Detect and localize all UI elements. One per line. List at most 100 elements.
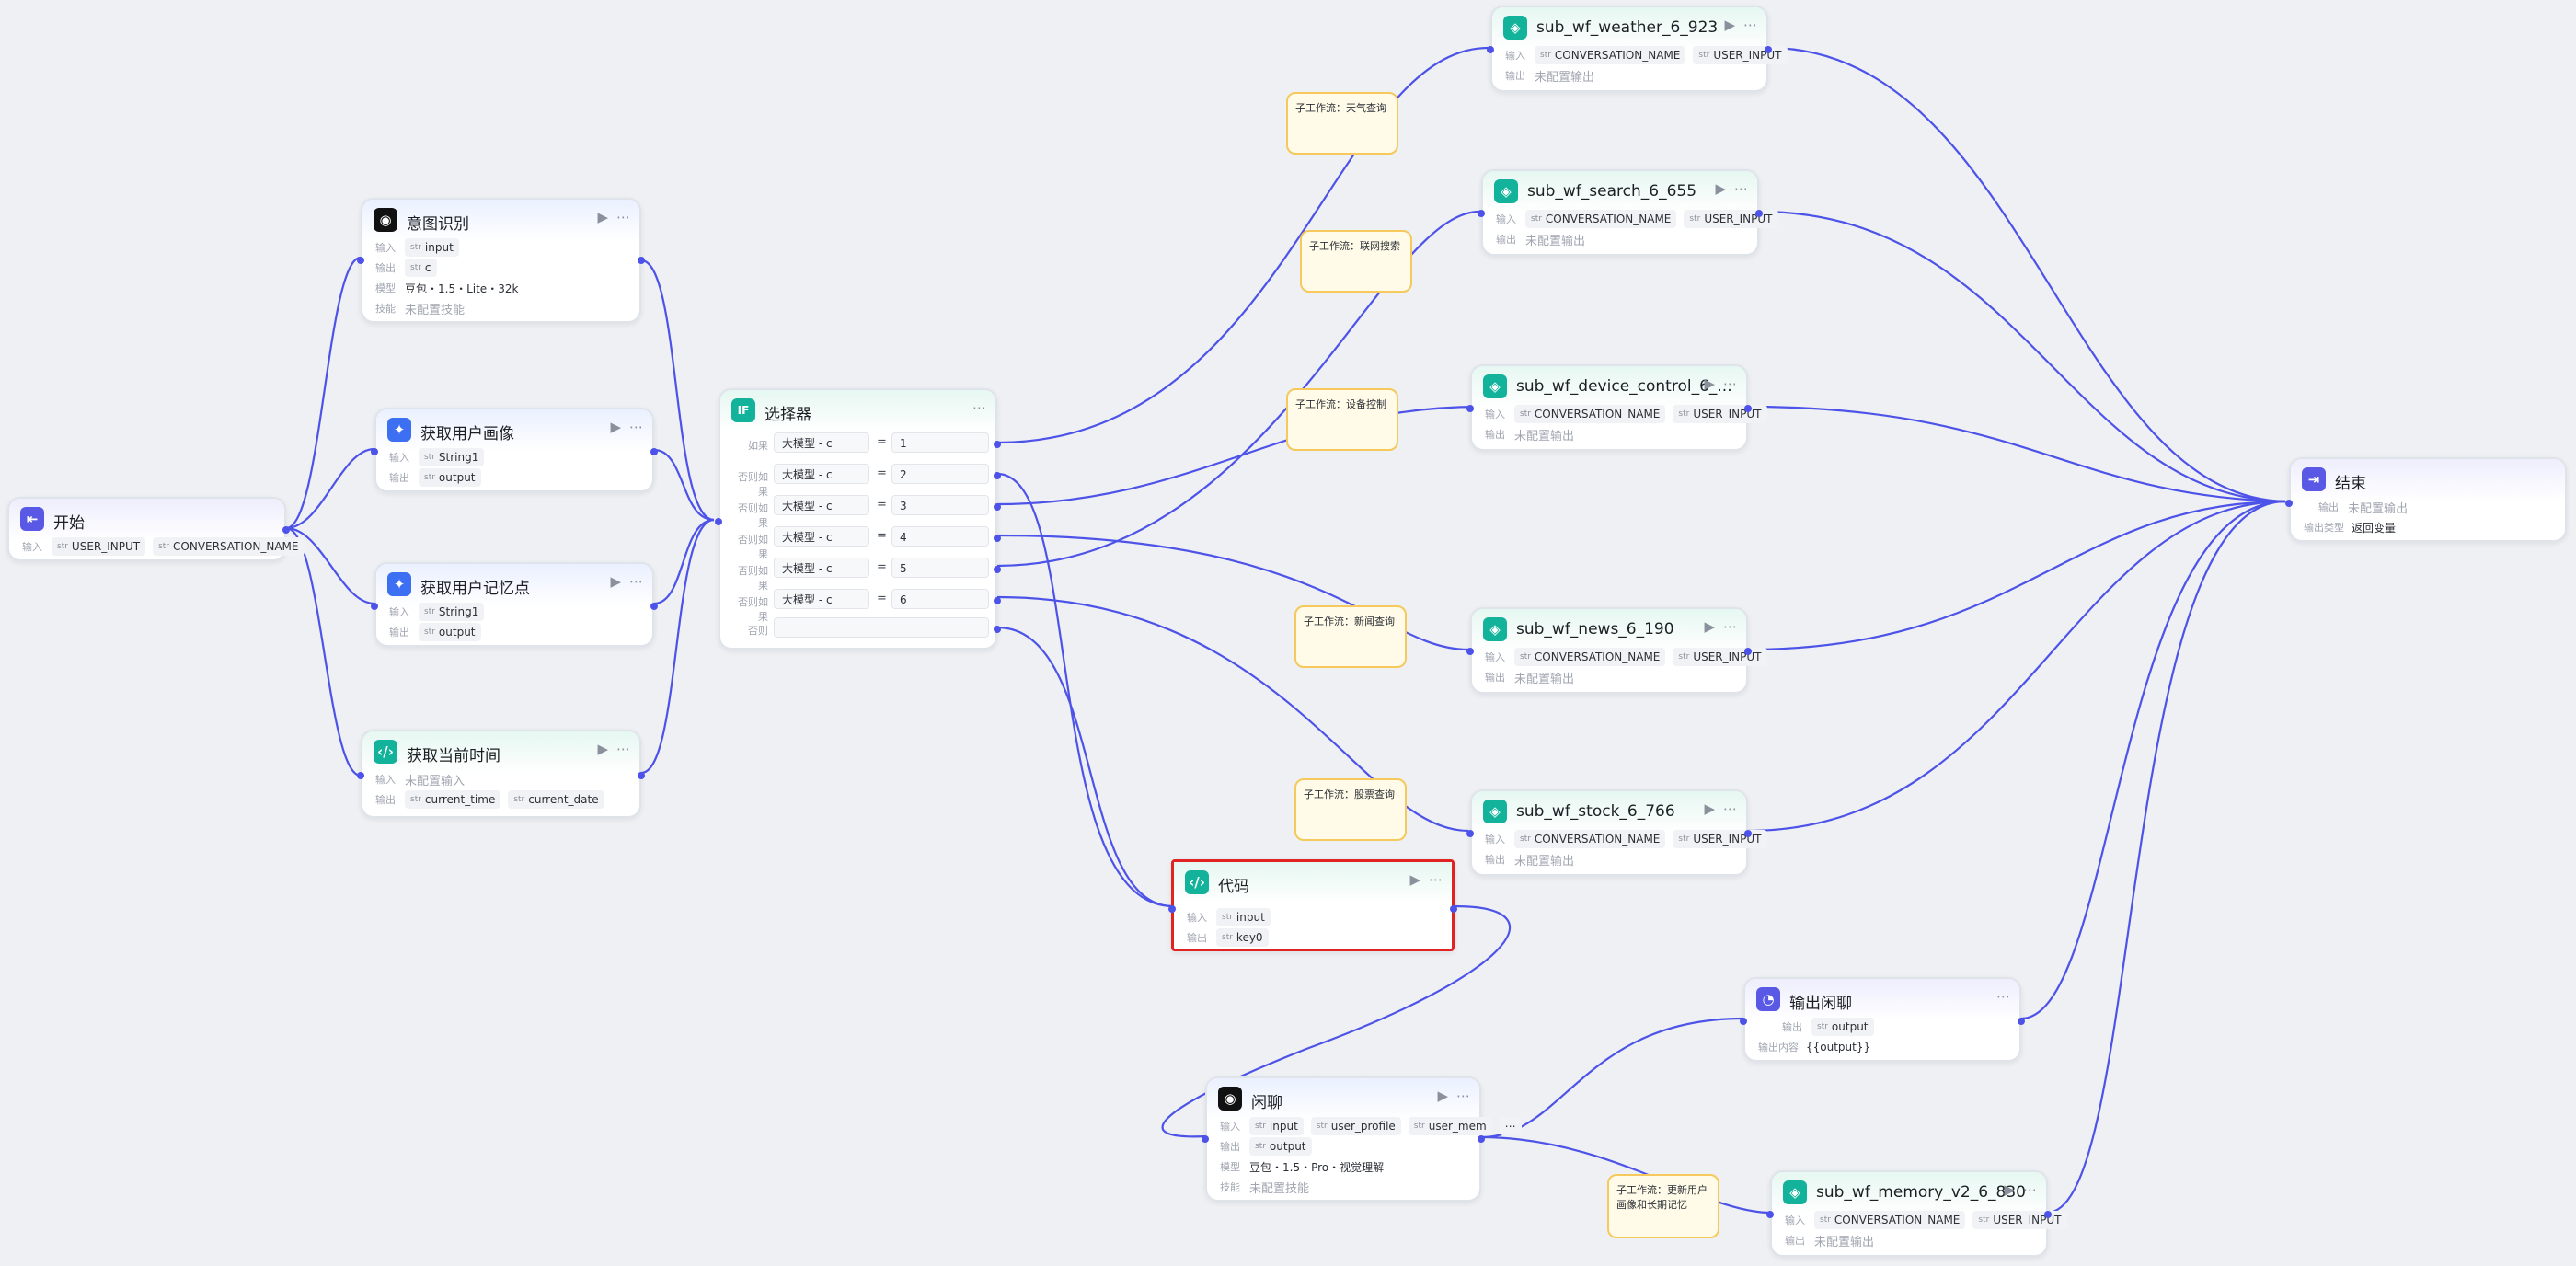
more-icon[interactable]: ⋯ bbox=[1723, 375, 1737, 392]
more-icon[interactable]: ⋯ bbox=[1743, 17, 1757, 33]
profile-node[interactable]: ✦ 获取用户画像 ▶ ⋯ 输入 str String1 输出 str output bbox=[371, 408, 658, 492]
input-port[interactable] bbox=[371, 448, 378, 455]
more-icon[interactable]: ⋯ bbox=[972, 399, 986, 416]
output-port[interactable] bbox=[638, 257, 645, 264]
output-port[interactable] bbox=[1478, 1135, 1485, 1143]
run-icon[interactable]: ▶ bbox=[1409, 871, 1420, 888]
branch-value[interactable]: 6 bbox=[891, 589, 989, 609]
output-port[interactable] bbox=[1450, 905, 1457, 913]
output-port[interactable] bbox=[650, 603, 658, 610]
input-port[interactable] bbox=[1466, 830, 1474, 837]
else-port[interactable] bbox=[994, 626, 1001, 633]
branch-value[interactable]: 2 bbox=[891, 464, 989, 484]
intent-node[interactable]: ◉ 意图识别 ▶ ⋯ 输入 str input 输出 str c 模型 豆包・1.5・Lite… bbox=[357, 198, 645, 323]
note-device[interactable]: 子工作流：设备控制 bbox=[1286, 388, 1398, 451]
more-icon[interactable]: ⋯ bbox=[1996, 988, 2010, 1005]
more-icon[interactable]: ⋯ bbox=[1723, 800, 1737, 817]
chat-node[interactable]: ◉ 闲聊 ▶ ⋯ 输入 str input str user_profile str us… bbox=[1202, 1076, 1522, 1202]
branch-port[interactable] bbox=[994, 566, 1001, 573]
run-icon[interactable]: ▶ bbox=[610, 573, 621, 590]
branch-value[interactable]: 1 bbox=[891, 432, 989, 453]
input-port[interactable] bbox=[1740, 1018, 1747, 1025]
more-icon[interactable]: ⋯ bbox=[1723, 618, 1737, 635]
input-port[interactable] bbox=[1766, 1211, 1774, 1218]
more-icon[interactable]: ⋯ bbox=[1429, 871, 1443, 888]
input-port[interactable] bbox=[371, 603, 378, 610]
sub-news-node[interactable]: ◈ sub_wf_news_6_190 ▶ ⋯ 输入 str CONVERSATION_… bbox=[1466, 607, 1767, 694]
run-icon[interactable]: ▶ bbox=[1704, 618, 1715, 635]
branch-value[interactable]: 4 bbox=[891, 526, 989, 547]
output-port[interactable] bbox=[1765, 46, 1772, 53]
input-port[interactable] bbox=[2285, 500, 2293, 507]
sub-memory-node[interactable]: ◈ sub_wf_memory_v2_6_830 ▶ ⋯ 输入 str CONVERSA… bbox=[1766, 1170, 2067, 1257]
output-port[interactable] bbox=[638, 772, 645, 779]
branch-operator[interactable]: = bbox=[877, 466, 887, 480]
run-icon[interactable]: ▶ bbox=[1437, 1088, 1448, 1104]
more-icon[interactable]: ⋯ bbox=[616, 741, 630, 757]
branch-value[interactable]: 5 bbox=[891, 558, 989, 578]
memory-node[interactable]: ✦ 获取用户记忆点 ▶ ⋯ 输入 str String1 输出 str output bbox=[371, 562, 658, 647]
branch-port[interactable] bbox=[994, 441, 1001, 448]
run-icon[interactable]: ▶ bbox=[610, 419, 621, 435]
selector-node[interactable]: IF 选择器 ⋯ 否则 如果 大模型 - c = 1 否则如果 大模型 - c = 2 否则如果大… bbox=[715, 388, 1001, 650]
more-icon[interactable]: ⋯ bbox=[1456, 1088, 1470, 1104]
run-icon[interactable]: ▶ bbox=[2004, 1181, 2015, 1198]
sub-weather-node[interactable]: ◈ sub_wf_weather_6_923 ▶ ⋯ 输入 str CONVERSATI… bbox=[1487, 6, 1788, 92]
branch-port[interactable] bbox=[994, 503, 1001, 511]
note-search[interactable]: 子工作流：联网搜索 bbox=[1300, 230, 1412, 293]
run-icon[interactable]: ▶ bbox=[597, 741, 608, 757]
note-weather[interactable]: 子工作流：天气查询 bbox=[1286, 92, 1398, 155]
sub-stock-node[interactable]: ◈ sub_wf_stock_6_766 ▶ ⋯ 输入 str CONVERSATION… bbox=[1466, 789, 1767, 876]
branch-variable[interactable]: 大模型 - c bbox=[774, 558, 869, 578]
output-port[interactable] bbox=[2044, 1211, 2052, 1218]
time-node[interactable]: ‹/› 获取当前时间 ▶ ⋯ 输入 未配置输入 输出 str current_time … bbox=[357, 730, 645, 818]
output-chat-node[interactable]: ◔ 输出闲聊 ⋯ 输出 str output 输出内容 {{output}} bbox=[1740, 977, 2025, 1062]
note-stock[interactable]: 子工作流：股票查询 bbox=[1294, 778, 1407, 841]
output-port[interactable] bbox=[1744, 648, 1752, 655]
run-icon[interactable]: ▶ bbox=[1704, 800, 1715, 817]
more-icon[interactable]: ⋯ bbox=[2023, 1181, 2037, 1198]
branch-operator[interactable]: = bbox=[877, 498, 887, 512]
branch-variable[interactable]: 大模型 - c bbox=[774, 495, 869, 515]
branch-operator[interactable]: = bbox=[877, 592, 887, 605]
output-port[interactable] bbox=[1744, 405, 1752, 412]
more-icon[interactable]: ⋯ bbox=[616, 209, 630, 225]
branch-value[interactable]: 3 bbox=[891, 495, 989, 515]
run-icon[interactable]: ▶ bbox=[1704, 375, 1715, 392]
output-port[interactable] bbox=[2018, 1018, 2025, 1025]
branch-variable[interactable]: 大模型 - c bbox=[774, 432, 869, 453]
input-port[interactable] bbox=[1466, 405, 1474, 412]
start-node[interactable]: ⇤ 开始 输入 str USER_INPUT str CONVERSATION_NAM… bbox=[7, 497, 305, 561]
output-port[interactable] bbox=[282, 526, 290, 534]
workflow-canvas[interactable]: ⇤ 开始 输入 str USER_INPUT str CONVERSATION_NAM… bbox=[0, 0, 2576, 1266]
input-port[interactable] bbox=[1168, 905, 1176, 913]
end-node[interactable]: ⇥ 结束 输出 未配置输出 输出类型 返回变量 bbox=[2285, 457, 2567, 542]
branch-port[interactable] bbox=[994, 472, 1001, 479]
more-icon[interactable]: ⋯ bbox=[629, 419, 643, 435]
input-port[interactable] bbox=[1466, 648, 1474, 655]
branch-operator[interactable]: = bbox=[877, 560, 887, 574]
input-port[interactable] bbox=[715, 518, 722, 525]
output-port[interactable] bbox=[650, 448, 658, 455]
more-icon[interactable]: ⋯ bbox=[629, 573, 643, 590]
input-port[interactable] bbox=[1478, 210, 1485, 217]
branch-operator[interactable]: = bbox=[877, 435, 887, 449]
run-icon[interactable]: ▶ bbox=[597, 209, 608, 225]
input-port[interactable] bbox=[1202, 1135, 1209, 1143]
output-port[interactable] bbox=[1755, 210, 1763, 217]
branch-operator[interactable]: = bbox=[877, 529, 887, 543]
branch-port[interactable] bbox=[994, 535, 1001, 542]
note-news[interactable]: 子工作流：新闻查询 bbox=[1294, 605, 1407, 668]
branch-port[interactable] bbox=[994, 597, 1001, 604]
branch-variable[interactable]: 大模型 - c bbox=[774, 464, 869, 484]
output-port[interactable] bbox=[1744, 830, 1752, 837]
more-inputs[interactable]: ⋯ bbox=[1499, 1117, 1522, 1135]
sub-device-node[interactable]: ◈ sub_wf_device_control_6_... ▶ ⋯ 输入 str CON… bbox=[1466, 364, 1767, 451]
code-node[interactable]: ‹/› 代码 ▶ ⋯ 输入 str input 输出 str key0 bbox=[1168, 859, 1457, 951]
input-port[interactable] bbox=[1487, 46, 1494, 53]
run-icon[interactable]: ▶ bbox=[1715, 180, 1726, 197]
more-icon[interactable]: ⋯ bbox=[1734, 180, 1748, 197]
sub-search-node[interactable]: ◈ sub_wf_search_6_655 ▶ ⋯ 输入 str CONVERSATIO… bbox=[1478, 169, 1778, 256]
input-port[interactable] bbox=[357, 772, 364, 779]
note-memory[interactable]: 子工作流：更新用户画像和长期记忆 bbox=[1607, 1174, 1719, 1238]
